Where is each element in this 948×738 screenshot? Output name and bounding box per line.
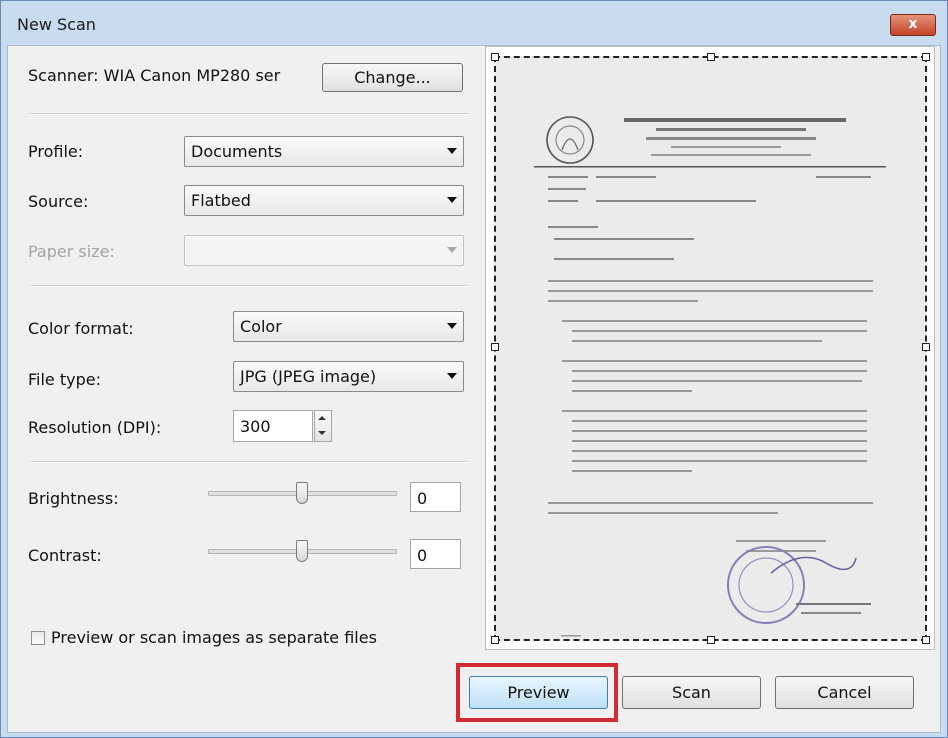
source-label: Source: bbox=[28, 192, 89, 211]
title-bar[interactable]: New Scan x bbox=[1, 1, 947, 45]
brightness-label: Brightness: bbox=[28, 489, 119, 508]
crop-handle[interactable] bbox=[491, 636, 499, 644]
file-type-label: File type: bbox=[28, 370, 101, 389]
separator bbox=[30, 113, 468, 115]
contrast-input[interactable]: 0 bbox=[410, 539, 461, 569]
separate-files-checkbox[interactable] bbox=[31, 631, 45, 645]
paper-size-select bbox=[184, 235, 464, 266]
crop-handle[interactable] bbox=[491, 343, 499, 351]
profile-select[interactable]: Documents bbox=[184, 136, 464, 167]
spin-down-icon[interactable] bbox=[318, 431, 326, 435]
preview-highlight-box bbox=[456, 663, 618, 722]
crop-handle[interactable] bbox=[707, 53, 715, 61]
separator bbox=[30, 285, 468, 287]
separator bbox=[30, 461, 468, 463]
resolution-input[interactable]: 300 bbox=[233, 410, 313, 442]
separate-files-label: Preview or scan images as separate files bbox=[51, 628, 377, 647]
chevron-down-icon bbox=[447, 247, 457, 253]
close-icon: x bbox=[908, 16, 918, 32]
cancel-button[interactable]: Cancel bbox=[775, 676, 914, 709]
crop-handle[interactable] bbox=[922, 53, 930, 61]
contrast-label: Contrast: bbox=[28, 546, 102, 565]
chevron-down-icon bbox=[447, 323, 457, 329]
change-scanner-button[interactable]: Change... bbox=[322, 63, 463, 92]
resolution-label: Resolution (DPI): bbox=[28, 418, 162, 437]
file-type-select[interactable]: JPG (JPEG image) bbox=[233, 361, 464, 392]
brightness-slider-thumb[interactable] bbox=[295, 482, 308, 504]
source-value: Flatbed bbox=[191, 191, 251, 210]
crop-handle[interactable] bbox=[491, 53, 499, 61]
scan-preview-area bbox=[485, 46, 935, 650]
window-title: New Scan bbox=[17, 15, 96, 34]
new-scan-dialog: New Scan x Scanner: WIA Canon MP280 ser … bbox=[0, 0, 948, 738]
source-select[interactable]: Flatbed bbox=[184, 185, 464, 216]
profile-value: Documents bbox=[191, 142, 283, 161]
scanned-document-preview bbox=[534, 116, 886, 637]
chevron-down-icon bbox=[447, 373, 457, 379]
close-button[interactable]: x bbox=[890, 14, 936, 36]
crop-selection[interactable] bbox=[491, 53, 930, 644]
dialog-body: Scanner: WIA Canon MP280 ser Change... P… bbox=[7, 45, 941, 733]
scan-button[interactable]: Scan bbox=[622, 676, 761, 709]
chevron-down-icon bbox=[447, 148, 457, 154]
contrast-slider-thumb[interactable] bbox=[295, 540, 308, 562]
profile-label: Profile: bbox=[28, 142, 84, 161]
crop-handle[interactable] bbox=[707, 636, 715, 644]
color-format-select[interactable]: Color bbox=[233, 311, 464, 342]
color-format-label: Color format: bbox=[28, 319, 134, 338]
crop-handle[interactable] bbox=[922, 343, 930, 351]
color-format-value: Color bbox=[240, 317, 282, 336]
paper-size-label: Paper size: bbox=[28, 242, 115, 261]
scanner-label: Scanner: WIA Canon MP280 ser bbox=[28, 66, 281, 85]
spin-up-icon[interactable] bbox=[318, 416, 326, 420]
chevron-down-icon bbox=[447, 197, 457, 203]
crop-handle[interactable] bbox=[922, 636, 930, 644]
file-type-value: JPG (JPEG image) bbox=[240, 367, 377, 386]
resolution-spinner[interactable] bbox=[314, 410, 332, 442]
brightness-input[interactable]: 0 bbox=[410, 482, 461, 512]
